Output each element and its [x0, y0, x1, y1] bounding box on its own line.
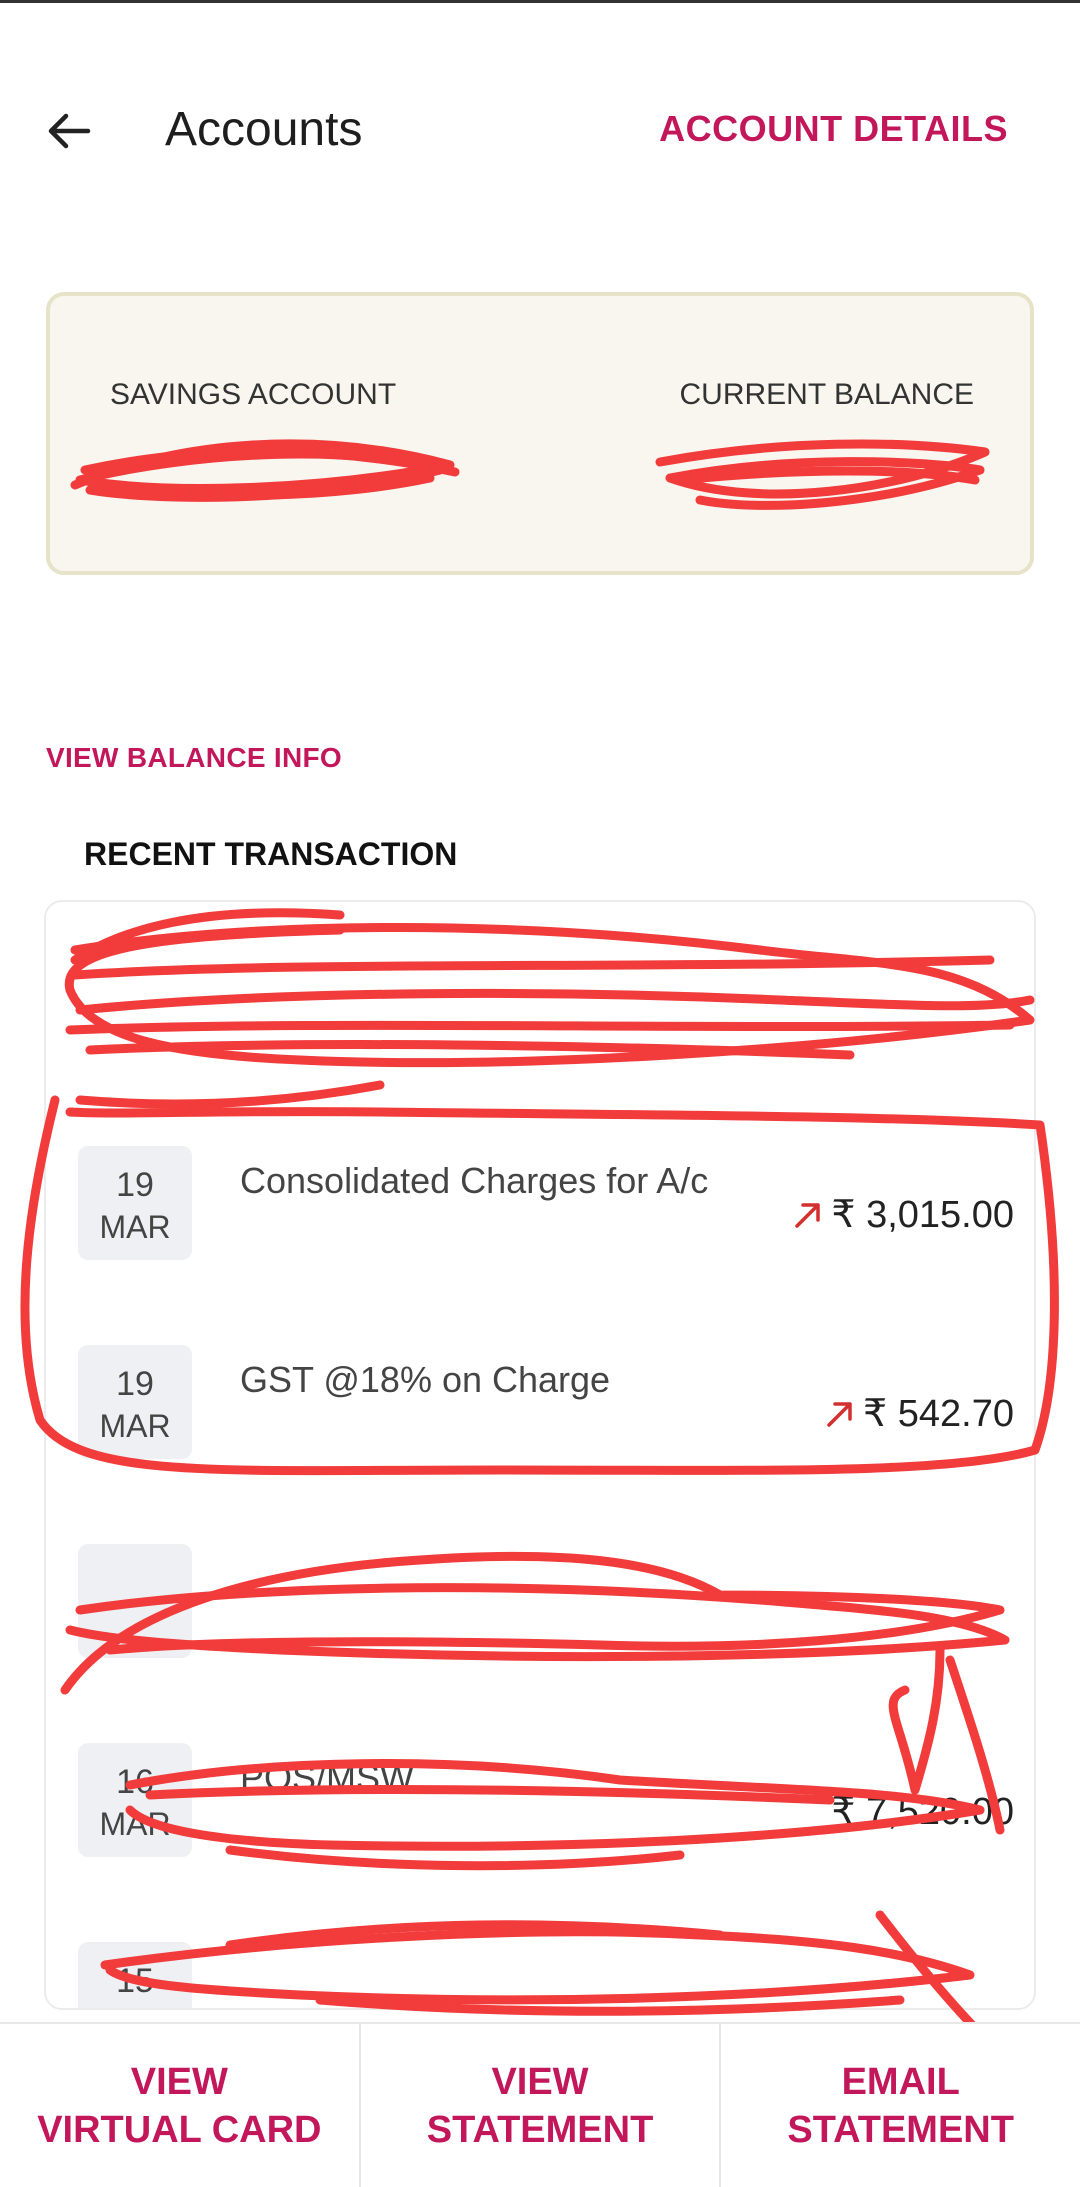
amount-text: ₹ 3,015.00 — [831, 1194, 1014, 1236]
amount-text: ₹ 7,520.00 — [831, 1791, 1014, 1833]
date-day: 15 — [116, 1962, 154, 2000]
transaction-amount: ₹ 7,520.00 — [831, 1789, 1014, 1834]
date-badge — [78, 1544, 192, 1658]
account-details-link[interactable]: ACCOUNT DETAILS — [659, 108, 1008, 150]
table-row[interactable]: 19 MAR GST @18% on Charge ₹ 542.70 — [46, 1345, 1034, 1535]
view-virtual-card-button[interactable]: VIEW VIRTUAL CARD — [0, 2024, 361, 2187]
account-type-label: SAVINGS ACCOUNT — [110, 378, 397, 411]
date-month: MAR — [99, 1806, 171, 1842]
transaction-description: POS/MSW — [240, 1757, 415, 1798]
date-badge: 19 MAR — [78, 1146, 192, 1260]
date-month: MAR — [99, 1408, 171, 1444]
recent-transaction-title: RECENT TRANSACTION — [84, 836, 458, 872]
debit-arrow-icon — [795, 1202, 821, 1228]
date-day: 19 — [116, 1166, 154, 1204]
date-badge: 19 MAR — [78, 1345, 192, 1459]
date-day: 16 — [116, 1763, 154, 1801]
table-row[interactable]: 16 MAR POS/MSW ₹ 7,520.00 — [46, 1743, 1034, 1933]
debit-arrow-icon — [827, 1401, 852, 1427]
date-badge: 15 — [78, 1942, 192, 2008]
date-month: MAR — [99, 1209, 171, 1245]
view-statement-button[interactable]: VIEW STATEMENT — [361, 2024, 722, 2187]
transaction-amount: ₹ 542.70 — [823, 1391, 1014, 1436]
date-day: 19 — [116, 1365, 154, 1403]
app-header: Accounts ACCOUNT DETAILS — [0, 90, 1080, 170]
transaction-amount: ₹ 3,015.00 — [791, 1192, 1014, 1237]
bottom-action-bar: VIEW VIRTUAL CARD VIEW STATEMENT EMAIL S… — [0, 2022, 1080, 2187]
accounts-screen: Accounts ACCOUNT DETAILS SAVINGS ACCOUNT… — [0, 0, 1080, 2187]
view-balance-info-link[interactable]: VIEW BALANCE INFO — [46, 742, 342, 774]
page-title: Accounts — [165, 103, 363, 156]
current-balance-label: CURRENT BALANCE — [679, 378, 974, 411]
transaction-row-redacted[interactable] — [46, 946, 1034, 1136]
date-badge: 16 MAR — [78, 1743, 192, 1857]
status-divider — [0, 0, 1080, 3]
transaction-description: Consolidated Charges for A/c — [240, 1160, 709, 1201]
transaction-list[interactable]: 19 MAR Consolidated Charges for A/c ₹ 3,… — [44, 900, 1036, 2010]
table-row-redacted[interactable] — [46, 1544, 1034, 1734]
transaction-description: GST @18% on Charge — [240, 1359, 611, 1400]
email-statement-button[interactable]: EMAIL STATEMENT — [721, 2024, 1080, 2187]
table-row[interactable]: 19 MAR Consolidated Charges for A/c ₹ 3,… — [46, 1146, 1034, 1336]
amount-text: ₹ 542.70 — [863, 1393, 1014, 1435]
balance-card: SAVINGS ACCOUNT CURRENT BALANCE — [46, 292, 1034, 575]
table-row[interactable]: 15 — [46, 1942, 1034, 2008]
back-arrow-icon[interactable] — [44, 106, 94, 156]
